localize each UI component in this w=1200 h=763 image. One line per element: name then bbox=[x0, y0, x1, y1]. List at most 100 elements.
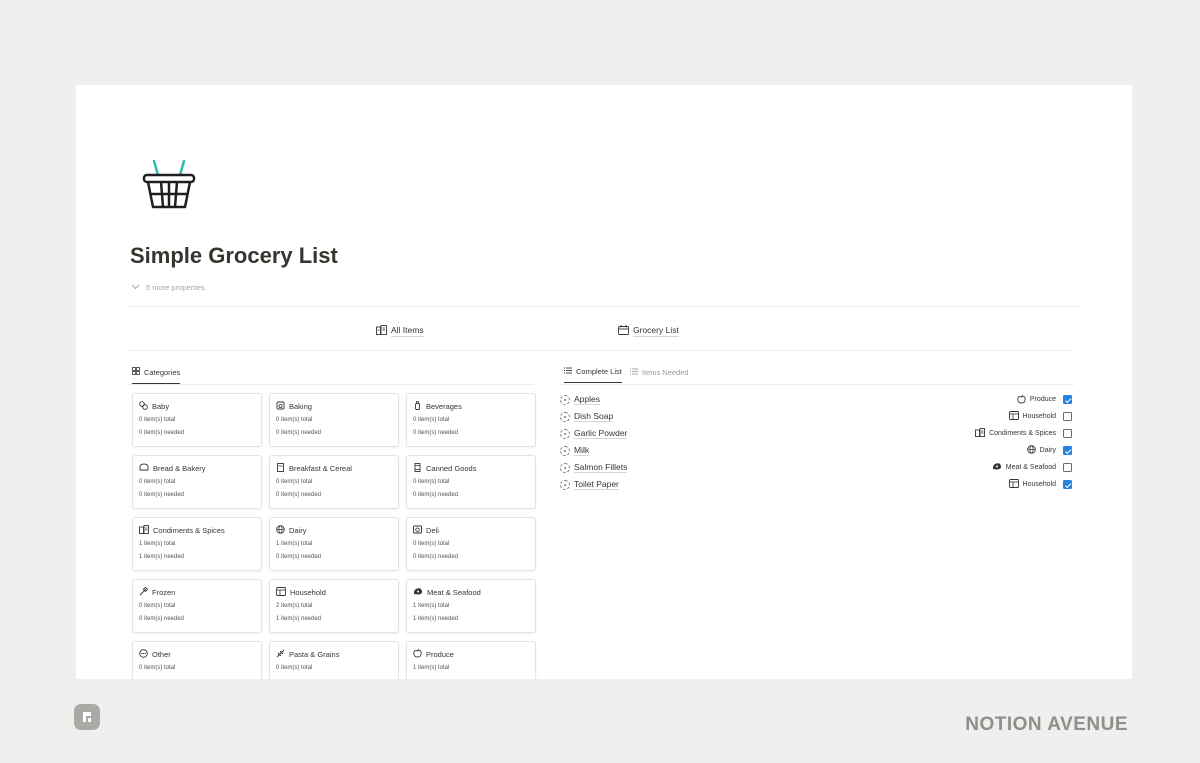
item-category-tag[interactable]: Household bbox=[1008, 479, 1056, 490]
category-card[interactable]: Canned Goods 0 item(s) total 0 item(s) nee… bbox=[406, 455, 536, 509]
list-item[interactable]: Toilet Paper Household bbox=[560, 476, 1072, 493]
divider bbox=[128, 350, 1074, 351]
item-name[interactable]: Toilet Paper bbox=[574, 479, 619, 490]
category-card-title: Frozen bbox=[139, 586, 255, 598]
page-status-icon bbox=[560, 411, 570, 422]
category-card[interactable]: Condiments & Spices 1 item(s) total 1 item… bbox=[132, 517, 262, 571]
category-needed-count: 0 item(s) needed bbox=[276, 430, 322, 436]
category-name: Breakfast & Cereal bbox=[289, 463, 352, 473]
category-name: Deli bbox=[426, 525, 439, 535]
needed-checkbox[interactable] bbox=[1063, 480, 1072, 489]
category-card[interactable]: Breakfast & Cereal 0 item(s) total 0 item(… bbox=[269, 455, 399, 509]
category-needed-count: 1 item(s) needed bbox=[139, 554, 185, 560]
deli-icon bbox=[413, 525, 422, 536]
globe-icon bbox=[1026, 445, 1036, 456]
category-card-title: Bread & Bakery bbox=[139, 462, 255, 474]
needed-checkbox[interactable] bbox=[1063, 446, 1072, 455]
meat-icon bbox=[413, 587, 423, 598]
category-name: Bread & Bakery bbox=[153, 463, 206, 473]
gallery-grid-icon bbox=[132, 367, 140, 377]
category-card[interactable]: Baking 0 item(s) total 0 item(s) needed bbox=[269, 393, 399, 447]
category-needed-count: 0 item(s) needed bbox=[139, 492, 185, 498]
category-total-count: 0 item(s) total bbox=[139, 479, 176, 485]
list-item[interactable]: Milk Dairy bbox=[560, 442, 1072, 459]
list-item[interactable]: Apples Produce bbox=[560, 391, 1072, 408]
baby-icon bbox=[139, 400, 148, 412]
grocery-item-list: Apples Produce Dish Soap Household Garlic Po… bbox=[560, 391, 1072, 493]
category-gallery: Baby 0 item(s) total 0 item(s) needed Bakin… bbox=[132, 393, 536, 679]
category-needed-count: 0 item(s) needed bbox=[139, 616, 185, 622]
item-name[interactable]: Dish Soap bbox=[574, 411, 614, 422]
notion-avenue-logo-icon bbox=[74, 704, 100, 730]
tab-items-needed[interactable]: Items Needed bbox=[629, 367, 689, 383]
item-category-tag[interactable]: Condiments & Spices bbox=[975, 428, 1056, 439]
category-card[interactable]: Household 2 item(s) total 1 item(s) needed bbox=[269, 579, 399, 633]
list-item[interactable]: Salmon Fillets Meat & Seafood bbox=[560, 459, 1072, 476]
page-status-icon bbox=[560, 445, 570, 456]
item-category-tag[interactable]: Produce bbox=[1017, 394, 1056, 406]
category-name: Meat & Seafood bbox=[427, 587, 481, 597]
list-item[interactable]: Garlic Powder Condiments & Spices bbox=[560, 425, 1072, 442]
category-card-title: Canned Goods bbox=[413, 462, 529, 474]
category-total-count: 0 item(s) total bbox=[276, 479, 313, 485]
category-card[interactable]: Dairy 1 item(s) total 0 item(s) needed bbox=[269, 517, 399, 571]
category-total-count: 0 item(s) total bbox=[413, 479, 450, 485]
category-card[interactable]: Produce 1 item(s) total bbox=[406, 641, 536, 679]
category-card-title: Deli bbox=[413, 524, 529, 536]
needed-checkbox[interactable] bbox=[1063, 429, 1072, 438]
tab-label: Categories bbox=[144, 367, 181, 377]
brand-wordmark: NOTION AVENUE bbox=[965, 714, 1128, 735]
category-card[interactable]: Beverages 0 item(s) total 0 item(s) needed bbox=[406, 393, 536, 447]
needed-checkbox[interactable] bbox=[1063, 412, 1072, 421]
more-properties-toggle[interactable]: 5 more properties bbox=[131, 283, 205, 292]
category-needed-count: 0 item(s) needed bbox=[139, 430, 185, 436]
category-card[interactable]: Frozen 0 item(s) total 0 item(s) needed bbox=[132, 579, 262, 633]
category-total-count: 0 item(s) total bbox=[413, 541, 450, 547]
list-item[interactable]: Dish Soap Household bbox=[560, 408, 1072, 425]
bottle-icon bbox=[413, 400, 422, 412]
category-total-count: 0 item(s) total bbox=[139, 665, 176, 671]
divider bbox=[128, 384, 534, 385]
tab-label: Items Needed bbox=[641, 367, 689, 377]
category-card[interactable]: Meat & Seafood 1 item(s) total 1 item(s) n… bbox=[406, 579, 536, 633]
item-category-label: Dairy bbox=[1039, 447, 1056, 454]
apple-icon bbox=[1017, 394, 1026, 406]
category-needed-count: 0 item(s) needed bbox=[413, 430, 459, 436]
item-category-label: Produce bbox=[1029, 396, 1056, 403]
chevron-down-icon bbox=[131, 283, 140, 292]
item-name[interactable]: Apples bbox=[574, 394, 600, 405]
buildings-icon bbox=[376, 325, 387, 337]
tab-label: Complete List bbox=[576, 367, 622, 376]
needed-checkbox[interactable] bbox=[1063, 395, 1072, 404]
list-icon bbox=[564, 367, 572, 376]
category-card[interactable]: Baby 0 item(s) total 0 item(s) needed bbox=[132, 393, 262, 447]
category-card-title: Baking bbox=[276, 400, 392, 412]
category-name: Baking bbox=[289, 401, 312, 411]
item-category-tag[interactable]: Household bbox=[1008, 411, 1056, 422]
category-card-title: Other bbox=[139, 648, 255, 660]
category-card[interactable]: Other 0 item(s) total bbox=[132, 641, 262, 679]
item-category-tag[interactable]: Meat & Seafood bbox=[992, 462, 1056, 473]
category-card[interactable]: Pasta & Grains 0 item(s) total bbox=[269, 641, 399, 679]
item-name[interactable]: Salmon Fillets bbox=[574, 462, 628, 473]
needed-checkbox[interactable] bbox=[1063, 463, 1072, 472]
category-name: Pasta & Grains bbox=[289, 649, 340, 659]
view-link-grocery-list[interactable]: Grocery List bbox=[618, 325, 679, 337]
household-icon bbox=[276, 586, 286, 598]
category-card[interactable]: Bread & Bakery 0 item(s) total 0 item(s) n… bbox=[132, 455, 262, 509]
category-card-title: Household bbox=[276, 586, 392, 598]
item-name[interactable]: Garlic Powder bbox=[574, 428, 628, 439]
item-category-label: Condiments & Spices bbox=[989, 430, 1056, 437]
buildings-icon bbox=[975, 428, 986, 439]
tab-complete-list[interactable]: Complete List bbox=[564, 367, 622, 383]
category-name: Beverages bbox=[426, 401, 462, 411]
category-card[interactable]: Deli 0 item(s) total 0 item(s) needed bbox=[406, 517, 536, 571]
item-name[interactable]: Milk bbox=[574, 445, 590, 456]
category-total-count: 0 item(s) total bbox=[413, 417, 450, 423]
item-category-tag[interactable]: Dairy bbox=[1026, 445, 1056, 456]
divider bbox=[560, 384, 1074, 385]
tab-categories[interactable]: Categories bbox=[132, 367, 181, 384]
view-link-all-items[interactable]: All Items bbox=[376, 325, 424, 337]
category-total-count: 1 item(s) total bbox=[413, 665, 450, 671]
list-view-tabs: Complete List Items Needed bbox=[564, 367, 689, 383]
